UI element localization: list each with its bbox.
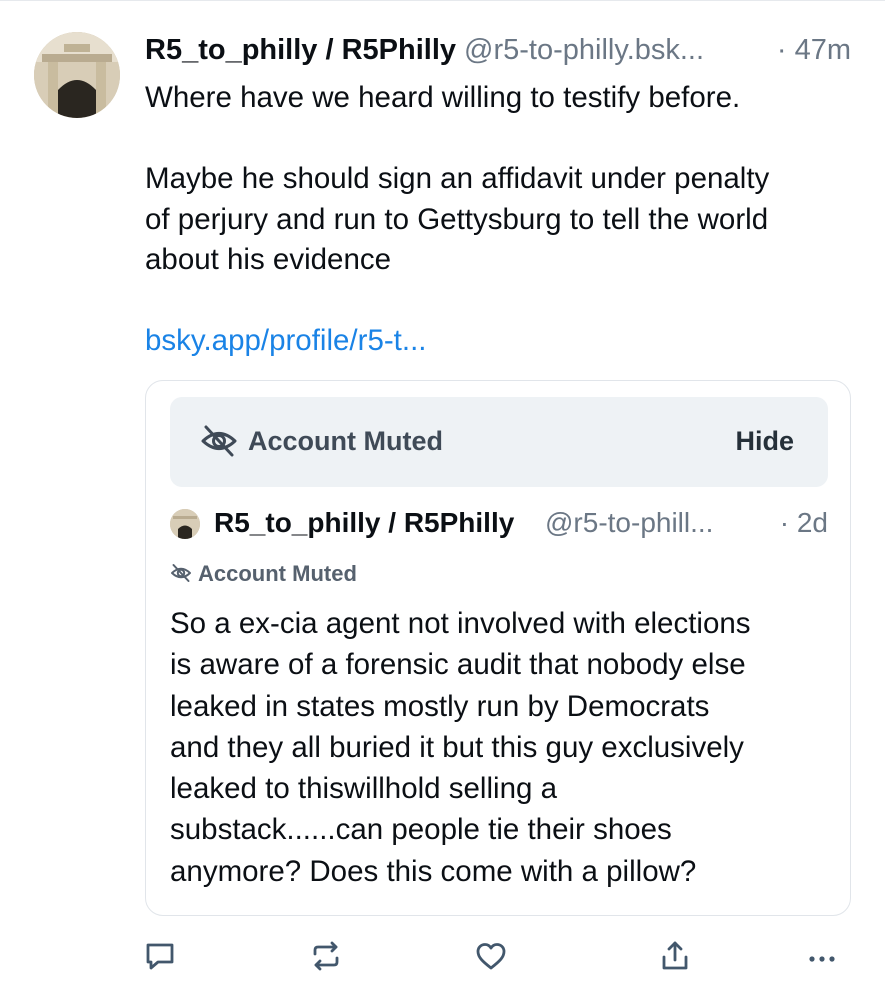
quoted-author-handle[interactable]: @r5-to-phill... <box>545 503 713 543</box>
eye-slash-icon <box>201 425 237 457</box>
quoted-text-line: anymore? Does this come with a pillow? <box>170 854 697 888</box>
quoted-post-header: R5_to_philly / R5Philly @r5-to-phill... … <box>170 503 828 543</box>
repost-icon <box>313 941 339 971</box>
post-link[interactable]: bsky.app/profile/r5-t... <box>145 321 860 362</box>
quoted-account-muted: Account Muted <box>170 559 357 589</box>
reply-icon <box>146 943 174 970</box>
quoted-author-display-name[interactable]: R5_to_philly / R5Philly <box>214 503 514 543</box>
post-text-line: about his evidence <box>145 243 392 276</box>
post-header: R5_to_philly / R5Philly @r5-to-philly.bsk… <box>145 30 865 70</box>
like-button[interactable] <box>471 935 511 981</box>
author-handle[interactable]: @r5-to-philly.bsk... <box>464 34 704 66</box>
post-body: Where have we heard willing to testify b… <box>145 78 860 362</box>
account-muted-label: Account Muted <box>248 426 443 456</box>
quoted-text-line: substack......can people tie their shoes <box>170 813 672 847</box>
quoted-text-line: leaked in states mostly run by Democrats <box>170 689 710 723</box>
repost-button[interactable] <box>306 935 346 981</box>
quoted-text-line: and they all buried it but this guy excl… <box>170 730 744 764</box>
quoted-post-embed[interactable]: Account Muted Hide R5_to_philly / R5Phil… <box>145 380 851 916</box>
author-avatar[interactable] <box>34 32 120 118</box>
post-text-line: Where have we heard willing to testify b… <box>145 81 741 114</box>
account-muted-banner: Account Muted Hide <box>170 397 828 487</box>
quoted-post-timestamp[interactable]: · 2d <box>773 503 828 543</box>
eye-slash-icon <box>171 564 191 582</box>
heart-icon <box>476 943 506 970</box>
share-icon <box>662 941 688 970</box>
quoted-post-body: So a ex-cia agent not involved with elec… <box>170 603 830 892</box>
more-options-button[interactable] <box>802 935 842 981</box>
reply-button[interactable] <box>140 935 180 981</box>
more-icon <box>809 956 835 962</box>
post-actions-bar <box>0 935 885 985</box>
quoted-author-avatar[interactable] <box>170 509 200 539</box>
quoted-text-line: is aware of a forensic audit that nobody… <box>170 648 746 682</box>
post-timestamp[interactable]: · 47m <box>772 30 851 70</box>
hide-button[interactable]: Hide <box>735 421 794 461</box>
quoted-text-line: So a ex-cia agent not involved with elec… <box>170 607 751 640</box>
quoted-account-muted-label: Account Muted <box>198 561 357 586</box>
post-text-line: Maybe he should sign an affidavit under … <box>145 162 770 195</box>
share-button[interactable] <box>655 935 695 981</box>
quoted-text-line: leaked to thiswillhold selling a <box>170 772 558 806</box>
top-divider <box>0 0 885 1</box>
author-display-name[interactable]: R5_to_philly / R5Philly <box>145 34 456 66</box>
post-text-line: of perjury and run to Gettysburg to tell… <box>145 202 769 236</box>
